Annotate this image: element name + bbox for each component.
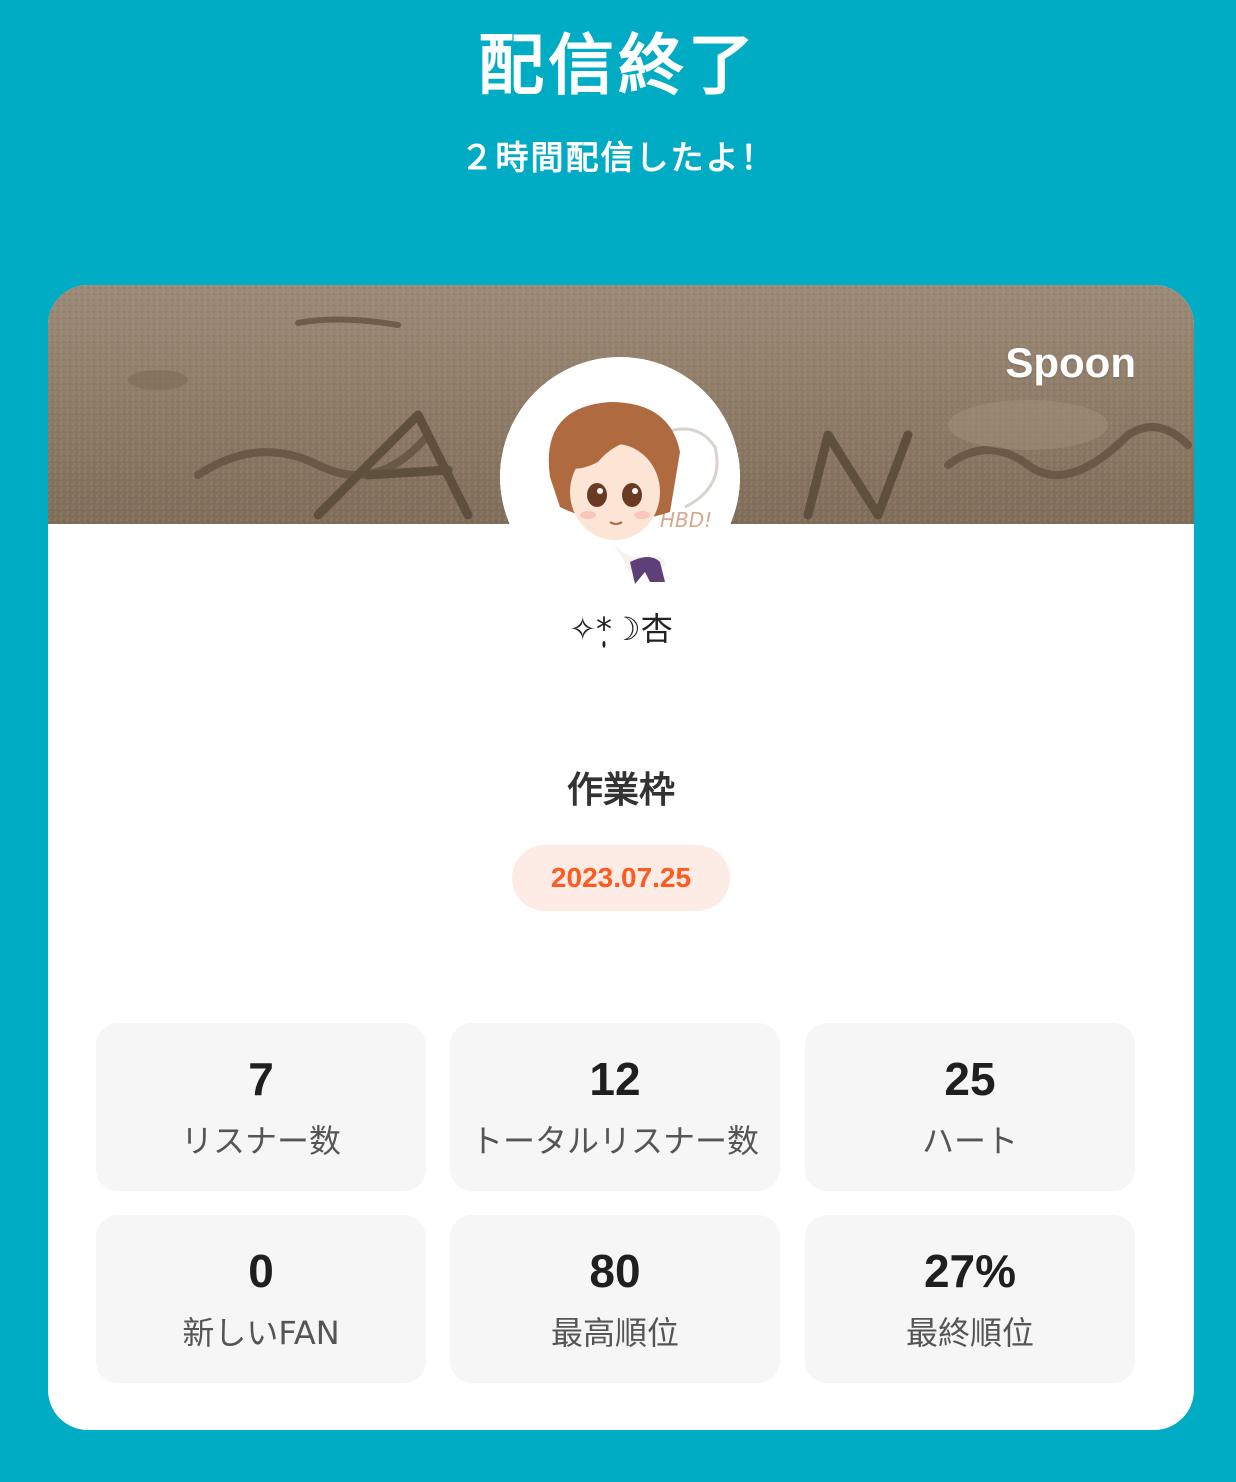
- broadcast-summary-card: Spoon HBD! ✧*̣̩☽杏 作業枠 2023.07.25 7 リスナー数…: [48, 285, 1194, 1430]
- stat-label: トータルリスナー数: [470, 1122, 759, 1160]
- stat-final-rank: 27% 最終順位: [805, 1215, 1135, 1383]
- stat-label: ハート: [921, 1122, 1018, 1160]
- date-badge: 2023.07.25: [512, 845, 730, 911]
- stat-label: 新しいFAN: [182, 1314, 340, 1352]
- stat-hearts: 25 ハート: [805, 1023, 1135, 1191]
- username: ✧*̣̩☽杏: [569, 610, 673, 648]
- stat-label: 最終順位: [905, 1314, 1034, 1352]
- spoon-logo: Spoon: [1005, 339, 1136, 386]
- stat-value: 0: [248, 1245, 274, 1297]
- stat-value: 27%: [923, 1245, 1017, 1297]
- stat-new-fans: 0 新しいFAN: [96, 1215, 426, 1383]
- stat-value: 80: [589, 1245, 641, 1297]
- broadcast-duration-subtitle: ２時間配信したよ！: [460, 138, 776, 177]
- stat-highest-rank: 80 最高順位: [450, 1215, 780, 1383]
- avatar[interactable]: HBD!: [500, 357, 740, 597]
- stat-value: 7: [248, 1053, 274, 1105]
- stat-total-listeners: 12 トータルリスナー数: [450, 1023, 780, 1191]
- page-title: 配信終了: [478, 27, 758, 104]
- stat-label: 最高順位: [550, 1314, 679, 1352]
- stat-label: リスナー数: [180, 1122, 341, 1160]
- stat-value: 12: [589, 1053, 641, 1105]
- stat-listeners: 7 リスナー数: [96, 1023, 426, 1191]
- live-title: 作業枠: [566, 770, 675, 811]
- stat-value: 25: [944, 1053, 996, 1105]
